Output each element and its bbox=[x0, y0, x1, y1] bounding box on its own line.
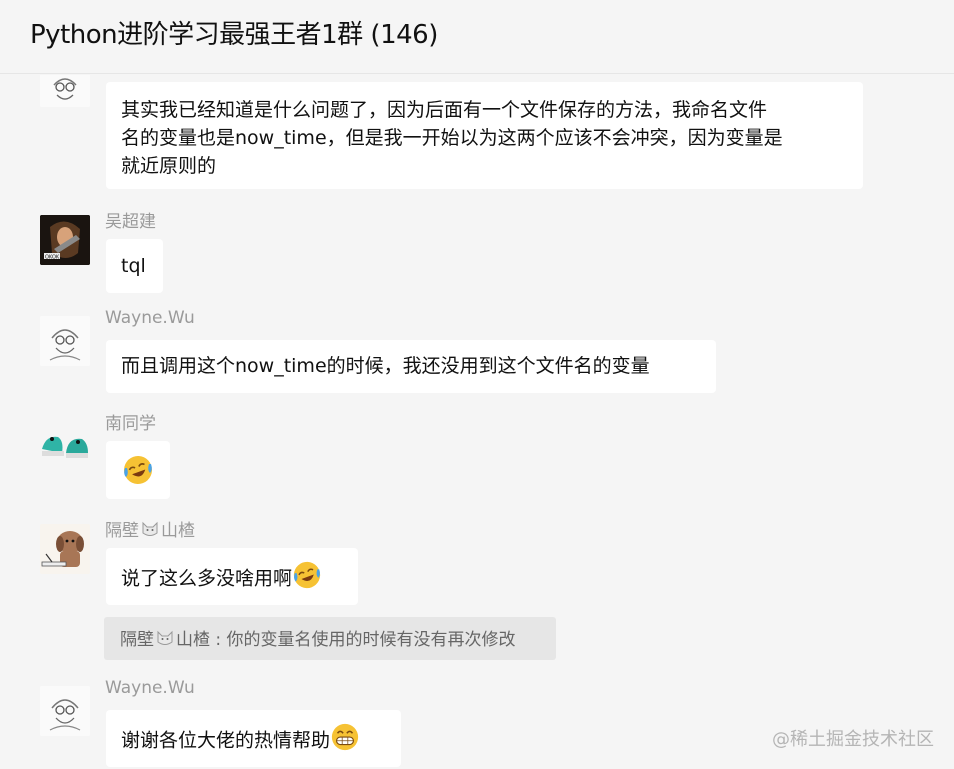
cat-face-icon bbox=[156, 629, 174, 652]
avatar[interactable] bbox=[40, 524, 90, 574]
message-text: tql bbox=[121, 255, 146, 277]
avatar[interactable] bbox=[40, 417, 90, 467]
message-list[interactable]: 其实我已经知道是什么问题了，因为后面有一个文件保存的方法，我命名文件 名的变量也… bbox=[0, 75, 954, 769]
watermark: @稀土掘金技术社区 bbox=[772, 729, 934, 750]
svg-text:OKOK: OKOK bbox=[45, 255, 60, 261]
avatar[interactable] bbox=[40, 686, 90, 736]
crying-laughing-emoji bbox=[122, 454, 154, 486]
sender-name: Wayne.Wu bbox=[105, 678, 195, 698]
message-text: 而且调用这个now_time的时候，我还没用到这个文件名的变量 bbox=[121, 355, 650, 377]
message-text: 谢谢各位大佬的热情帮助 bbox=[121, 729, 331, 752]
chat-header: Python进阶学习最强王者1群 (146) bbox=[0, 0, 954, 74]
cat-face-icon bbox=[141, 520, 159, 543]
quoted-message[interactable]: 隔壁 山楂 : 你的变量名使用的时候有没有再次修改 bbox=[104, 617, 556, 660]
message-bubble[interactable]: tql bbox=[106, 239, 163, 293]
sender-name: 南同学 bbox=[105, 414, 156, 434]
sender-name: 吴超建 bbox=[105, 212, 156, 232]
avatar[interactable] bbox=[40, 316, 90, 366]
message-text: 其实我已经知道是什么问题了，因为后面有一个文件保存的方法，我命名文件 名的变量也… bbox=[121, 99, 783, 177]
sender-name: Wayne.Wu bbox=[105, 308, 195, 328]
avatar[interactable] bbox=[40, 75, 90, 107]
grinning-emoji bbox=[330, 722, 360, 760]
message-bubble[interactable]: 其实我已经知道是什么问题了，因为后面有一个文件保存的方法，我命名文件 名的变量也… bbox=[106, 82, 863, 189]
avatar[interactable]: OKOK bbox=[40, 215, 90, 265]
crying-laughing-emoji bbox=[292, 560, 322, 598]
message-bubble[interactable]: 说了这么多没啥用啊 bbox=[106, 548, 358, 605]
sender-name: 隔壁 山楂 bbox=[105, 520, 195, 543]
message-text: 说了这么多没啥用啊 bbox=[121, 567, 293, 590]
message-bubble[interactable]: 谢谢各位大佬的热情帮助 bbox=[106, 710, 401, 767]
message-bubble[interactable] bbox=[106, 441, 170, 499]
message-bubble[interactable]: 而且调用这个now_time的时候，我还没用到这个文件名的变量 bbox=[106, 340, 716, 393]
chat-title: Python进阶学习最强王者1群 (146) bbox=[30, 20, 438, 50]
